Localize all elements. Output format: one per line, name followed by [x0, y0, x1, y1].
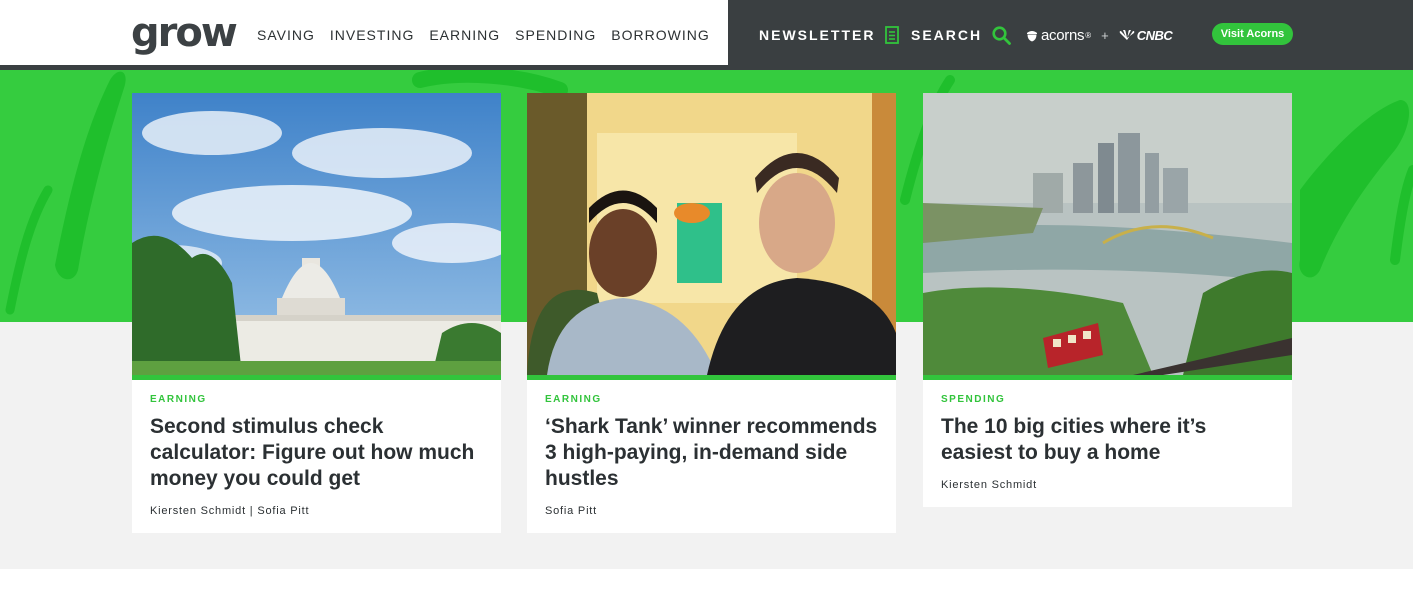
partner-logos: acorns ® + CNBC: [1026, 25, 1173, 45]
page: grow SAVING INVESTING EARNING SPENDING B…: [0, 0, 1413, 595]
main-nav: SAVING INVESTING EARNING SPENDING BORROW…: [257, 27, 725, 43]
acorn-icon: [1027, 30, 1037, 41]
nav-borrowing[interactable]: BORROWING: [611, 27, 709, 43]
nav-saving[interactable]: SAVING: [257, 27, 315, 43]
document-icon: [885, 26, 900, 44]
newsletter-link[interactable]: NEWSLETTER: [759, 0, 900, 70]
card-author: Kiersten Schmidt | Sofia Pitt: [150, 505, 310, 517]
card-category[interactable]: EARNING: [150, 394, 483, 405]
cnbc-logo[interactable]: CNBC: [1119, 28, 1173, 43]
header: grow SAVING INVESTING EARNING SPENDING B…: [0, 0, 1413, 70]
header-left: grow SAVING INVESTING EARNING SPENDING B…: [0, 0, 728, 65]
card-body: EARNING ‘Shark Tank’ winner recommends 3…: [527, 380, 896, 529]
search-label: SEARCH: [911, 27, 983, 43]
card-title[interactable]: Second stimulus check calculator: Figure…: [150, 414, 483, 492]
card-title[interactable]: The 10 big cities where it’s easiest to …: [941, 414, 1274, 466]
search-link[interactable]: SEARCH: [911, 0, 1012, 70]
grow-logo[interactable]: grow: [131, 9, 238, 57]
card-category[interactable]: SPENDING: [941, 394, 1274, 405]
peacock-icon: [1119, 30, 1135, 40]
acorns-text: acorns: [1041, 26, 1085, 44]
card-body: SPENDING The 10 big cities where it’s ea…: [923, 380, 1292, 503]
card-title[interactable]: ‘Shark Tank’ winner recommends 3 high-pa…: [545, 414, 878, 492]
nav-earning[interactable]: EARNING: [429, 27, 500, 43]
nav-investing[interactable]: INVESTING: [330, 27, 414, 43]
two-men-portrait-photo[interactable]: [527, 93, 896, 375]
visit-acorns-button[interactable]: Visit Acorns: [1212, 23, 1293, 45]
nav-spending[interactable]: SPENDING: [515, 27, 596, 43]
newsletter-label: NEWSLETTER: [759, 27, 876, 43]
footer-strip: [0, 569, 1413, 595]
card-body: EARNING Second stimulus check calculator…: [132, 380, 501, 529]
search-icon: [992, 25, 1012, 45]
cnbc-text: CNBC: [1136, 27, 1173, 43]
card-author: Kiersten Schmidt: [941, 479, 1037, 491]
partner-plus: +: [1101, 27, 1109, 43]
article-card[interactable]: EARNING Second stimulus check calculator…: [132, 93, 501, 533]
card-category[interactable]: EARNING: [545, 394, 878, 405]
card-author: Sofia Pitt: [545, 505, 598, 517]
capitol-building-photo[interactable]: [132, 93, 501, 375]
acorns-logo[interactable]: acorns ®: [1026, 27, 1091, 44]
pittsburgh-skyline-photo[interactable]: [923, 93, 1292, 375]
article-card[interactable]: SPENDING The 10 big cities where it’s ea…: [923, 93, 1292, 507]
article-card[interactable]: EARNING ‘Shark Tank’ winner recommends 3…: [527, 93, 896, 533]
acorns-registered-mark: ®: [1085, 30, 1092, 40]
